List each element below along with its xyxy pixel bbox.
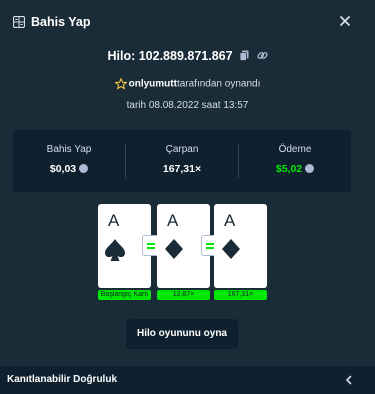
hilo-id: Hilo: 102.889.871.867 xyxy=(107,48,233,63)
chevron-left-icon[interactable] xyxy=(344,375,354,385)
copy-icon[interactable] xyxy=(239,50,250,62)
provably-fair-title: Kanıtlanabilir Doğruluk xyxy=(7,374,118,385)
star-icon xyxy=(114,78,127,90)
stat-multiplier-label: Çarpan xyxy=(165,144,199,155)
spade-icon xyxy=(105,239,125,261)
played-by-label: tarafından oynandı xyxy=(176,78,261,90)
close-icon[interactable] xyxy=(339,15,351,27)
card-multiplier-tag: 12,87× xyxy=(157,290,210,300)
bet-stats-panel: Bahis Yap $0,03 Çarpan 167,31× Ödeme $5,… xyxy=(13,130,351,192)
stat-bet-value: $0,03 xyxy=(13,163,125,175)
stat-multiplier-value: 167,31× xyxy=(162,163,202,175)
played-date: tarih 08.08.2022 saat 13:57 xyxy=(126,100,249,111)
card-history: A Başlangıç Kartı A 12,87× A 167,31× xyxy=(0,204,375,304)
bet-slip-icon xyxy=(13,16,25,28)
stat-payout-value: $5,02 xyxy=(239,163,351,175)
stat-bet-label: Bahis Yap xyxy=(46,144,92,155)
stat-bet: Bahis Yap $0,03 xyxy=(13,130,125,192)
card-rank: A xyxy=(108,211,120,230)
provably-fair-bar[interactable]: Kanıtlanabilir Doğruluk xyxy=(0,366,375,394)
coin-icon xyxy=(305,164,315,173)
club-icon xyxy=(222,239,240,259)
link-icon[interactable] xyxy=(256,50,268,61)
stat-multiplier: Çarpan 167,31× xyxy=(126,130,238,192)
card: A xyxy=(214,204,267,288)
coin-icon xyxy=(79,164,89,173)
card-multiplier-tag: Başlangıç Kartı xyxy=(98,290,151,300)
card-rank: A xyxy=(224,211,236,230)
club-icon xyxy=(165,239,183,259)
modal-header: Bahis Yap xyxy=(0,0,375,44)
play-hilo-button[interactable]: Hilo oyununu oyna xyxy=(126,319,238,349)
played-by-row: onlyumutttarafından oynandı xyxy=(0,78,375,90)
player-username[interactable]: onlyumutt xyxy=(129,79,177,90)
card-multiplier-tag: 167,31× xyxy=(214,290,267,300)
stat-payout: Ödeme $5,02 xyxy=(239,130,351,192)
modal-title: Bahis Yap xyxy=(31,15,91,29)
hilo-id-row: Hilo: 102.889.871.867 xyxy=(0,48,375,63)
stat-payout-label: Ödeme xyxy=(278,144,312,155)
card-rank: A xyxy=(167,211,179,230)
